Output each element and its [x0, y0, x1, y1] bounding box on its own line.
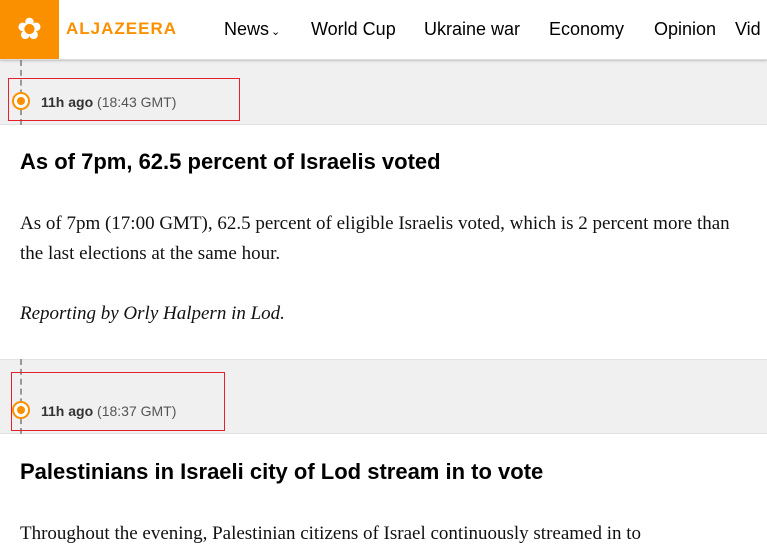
post-title: As of 7pm, 62.5 percent of Israelis vote…: [20, 149, 441, 174]
main-nav: News ⌄ World Cup Ukraine war Economy Opin…: [0, 19, 767, 43]
nav-opinion[interactable]: Opinion: [654, 19, 716, 40]
site-header: ✿ ALJAZEERA News ⌄ World Cup Ukraine war …: [0, 0, 767, 60]
post-body: Throughout the evening, Palestinian citi…: [20, 523, 642, 544]
nav-label: News: [224, 19, 270, 39]
nav-economy[interactable]: Economy: [549, 19, 624, 40]
post-credit: Reporting by Orly Halpern in Lod.: [20, 303, 285, 324]
post-body: As of 7pm (17:00 GMT), 62.5 percent of e…: [20, 213, 730, 264]
nav-ukraine-war[interactable]: Ukraine war: [424, 19, 520, 40]
post-title: Palestinians in Israeli city of Lod stre…: [20, 459, 544, 484]
highlight-box: [11, 372, 225, 431]
highlight-box: [8, 78, 240, 121]
nav-news[interactable]: News ⌄: [224, 19, 280, 40]
chevron-down-icon: ⌄: [271, 26, 281, 38]
nav-world-cup[interactable]: World Cup: [311, 19, 396, 40]
nav-video[interactable]: Vid: [735, 19, 761, 40]
